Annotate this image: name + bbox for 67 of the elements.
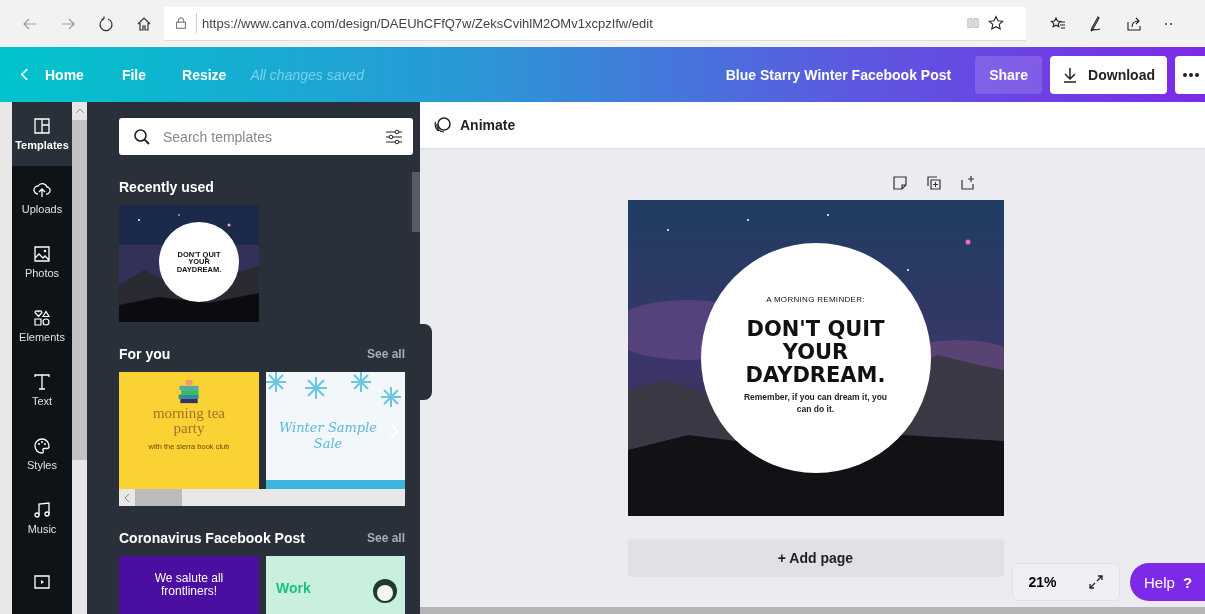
more-button[interactable] — [1175, 55, 1205, 94]
sidebar-item[interactable]: Templates — [12, 102, 72, 166]
sidebar-item[interactable]: Music — [12, 486, 72, 550]
headline-line: DAYDREAM. — [745, 363, 886, 387]
section-title: Coronavirus Facebook Post — [119, 530, 305, 546]
favorites-icon[interactable] — [1050, 15, 1066, 32]
person-drawing — [370, 576, 400, 606]
template-thumbnail[interactable]: We salute all frontliners! — [119, 556, 259, 614]
scroll-left-icon[interactable] — [124, 492, 130, 503]
shapes-icon — [33, 309, 51, 327]
note-icon[interactable] — [891, 175, 908, 191]
horizontal-scrollbar[interactable] — [119, 489, 405, 506]
add-page-button[interactable]: + Add page — [627, 539, 1004, 577]
template-title: We salute all frontliners! — [153, 572, 225, 600]
lock-icon — [174, 16, 188, 30]
scrollbar-thumb[interactable] — [412, 172, 420, 232]
music-icon — [33, 501, 51, 519]
star-icon[interactable] — [988, 15, 1004, 31]
chevron-left-icon — [20, 67, 29, 82]
share-icon[interactable] — [1126, 15, 1142, 32]
home-icon[interactable] — [136, 15, 152, 32]
animate-button[interactable]: Animate — [434, 116, 516, 134]
animate-icon — [434, 116, 452, 134]
section-title: Recently used — [119, 179, 214, 195]
collapse-handle[interactable] — [420, 324, 432, 400]
scrollbar-thumb[interactable] — [135, 489, 182, 506]
add-page-icon[interactable] — [959, 175, 976, 191]
help-button[interactable]: Help ? — [1130, 563, 1205, 601]
more-icon — [1183, 71, 1199, 78]
refresh-icon[interactable] — [98, 15, 114, 32]
duplicate-icon[interactable] — [925, 175, 942, 191]
design-body: Remember, if you can dream it, you can do it. — [742, 392, 889, 415]
see-all-link[interactable]: See all — [366, 347, 405, 361]
zoom-control[interactable]: 21% — [1012, 563, 1120, 601]
image-icon — [33, 245, 51, 263]
template-title: Winter Sample Sale — [278, 420, 378, 452]
share-button[interactable]: Share — [975, 55, 1043, 94]
headline-line: YOUR — [781, 341, 850, 364]
see-all-link[interactable]: See all — [366, 531, 405, 545]
sidebar-item[interactable]: Text — [12, 358, 72, 422]
sidebar-item[interactable]: Styles — [12, 422, 72, 486]
search-field[interactable]: Search templates — [119, 118, 413, 155]
address-bar[interactable]: https://www.canva.com/design/DAEUhCFfQ7w/ZeksCvihlM2OMv1xcpzIfw/edit — [164, 6, 1026, 41]
save-status: All changes saved — [250, 66, 365, 83]
design-title[interactable]: Blue Starry Winter Facebook Post — [725, 66, 952, 83]
palette-icon — [33, 437, 51, 455]
horizontal-scrollbar[interactable] — [420, 607, 1205, 614]
scrollbar-thumb[interactable] — [72, 120, 87, 460]
layout-icon — [33, 117, 51, 135]
books-drawing — [176, 378, 202, 404]
text-icon — [33, 373, 51, 391]
expand-icon[interactable] — [1087, 574, 1104, 590]
sidebar-item[interactable]: Elements — [12, 294, 72, 358]
template-title: morning tea party — [151, 406, 227, 436]
filter-icon[interactable] — [385, 127, 403, 146]
section-title: For you — [119, 346, 171, 362]
sidebar-item[interactable]: Uploads — [12, 166, 72, 230]
download-icon — [1062, 66, 1079, 83]
design-eyebrow: A MORNING REMINDER: — [766, 295, 865, 305]
headline-line: DON'T QUIT — [745, 318, 886, 342]
cloud-upload-icon — [33, 181, 51, 199]
template-title: Work — [276, 580, 311, 596]
search-icon — [133, 127, 151, 146]
scroll-up-icon[interactable] — [74, 108, 85, 114]
download-button[interactable]: Download — [1050, 55, 1167, 94]
video-icon — [33, 573, 51, 591]
sidebar-item[interactable]: Photos — [12, 230, 72, 294]
